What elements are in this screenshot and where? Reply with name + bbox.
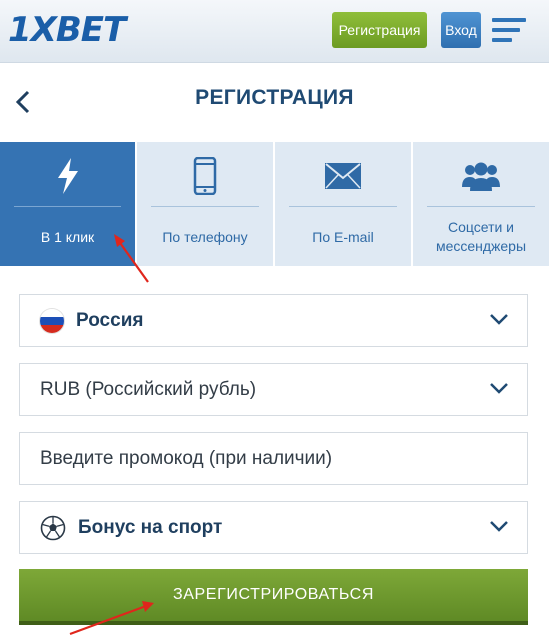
tab-divider — [427, 206, 535, 207]
promo-code-input[interactable]: Введите промокод (при наличии) — [19, 432, 528, 485]
chevron-down-icon — [490, 521, 508, 532]
lightning-icon — [56, 156, 80, 196]
promo-placeholder: Введите промокод (при наличии) — [40, 447, 333, 469]
country-value: Россия — [76, 309, 144, 331]
bonus-select[interactable]: Бонус на спорт — [19, 501, 528, 554]
soccer-ball-icon — [40, 515, 66, 540]
currency-select[interactable]: RUB (Российский рубль) — [19, 363, 528, 416]
tab-one-click[interactable]: В 1 клик — [0, 142, 137, 266]
chevron-down-icon — [490, 314, 508, 325]
register-submit-button[interactable]: ЗАРЕГИСТРИРОВАТЬСЯ — [19, 569, 528, 625]
tab-label: Соцсети и мессенджеры — [435, 219, 527, 254]
tab-divider — [14, 206, 121, 207]
currency-value: RUB (Российский рубль) — [40, 378, 257, 400]
tab-phone[interactable]: По телефону — [137, 142, 275, 266]
tab-label: В 1 клик — [40, 228, 95, 245]
tab-label: По E-mail — [312, 228, 374, 245]
page-title: РЕГИСТРАЦИЯ — [195, 86, 354, 109]
tab-social[interactable]: Соцсети и мессенджеры — [413, 142, 549, 266]
users-icon — [462, 156, 500, 196]
tab-divider — [151, 206, 259, 207]
smartphone-icon — [193, 156, 217, 196]
top-header: 1XBET Регистрация Вход — [0, 0, 549, 63]
russia-flag-icon — [40, 308, 64, 333]
login-button[interactable]: Вход — [441, 12, 481, 48]
brand-logo[interactable]: 1XBET — [8, 10, 126, 50]
bonus-value: Бонус на спорт — [78, 516, 223, 538]
country-select[interactable]: Россия — [19, 294, 528, 347]
register-button[interactable]: Регистрация — [332, 12, 427, 48]
tab-label: По телефону — [162, 228, 248, 245]
tab-email[interactable]: По E-mail — [275, 142, 413, 266]
hamburger-menu-icon[interactable] — [492, 18, 526, 42]
chevron-down-icon — [490, 383, 508, 394]
envelope-icon — [325, 156, 361, 196]
tab-divider — [289, 206, 397, 207]
registration-method-tabs: В 1 клик По телефону По E-mail Соцсети и… — [0, 142, 549, 266]
